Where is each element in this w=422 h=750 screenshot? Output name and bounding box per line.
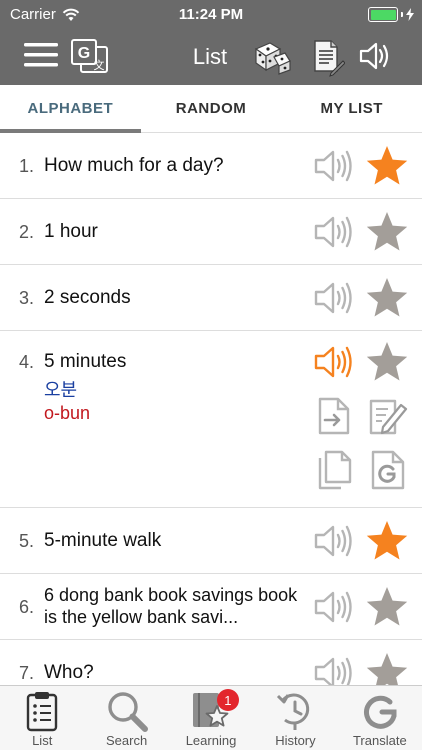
bottom-tab-list-label: List (32, 733, 53, 748)
bottom-tab-search[interactable]: Search (84, 686, 168, 750)
status-time: 11:24 PM (178, 6, 244, 23)
list-item[interactable]: 1. How much for a day? (0, 133, 422, 199)
list-item[interactable]: 2. 1 hour (0, 199, 422, 265)
bottom-tab-translate[interactable]: Translate (338, 686, 422, 750)
language-translate-icon[interactable]: G 文 (70, 38, 110, 74)
list-tabs: ALPHABET RANDOM MY LIST (0, 85, 422, 133)
phrase-list: 1. How much for a day? 2. 1 hour 3. 2 se… (0, 133, 422, 685)
tab-my-list[interactable]: MY LIST (281, 85, 422, 132)
bottom-tab-history-label: History (275, 733, 316, 748)
item-number: 7. (18, 663, 34, 683)
history-clock-icon (277, 693, 310, 730)
speaker-icon[interactable] (313, 343, 357, 381)
svg-text:文: 文 (94, 58, 105, 72)
item-number: 3. (18, 288, 34, 308)
translate-g-icon (363, 695, 397, 729)
speaker-sound-icon[interactable] (358, 39, 394, 73)
battery-level (370, 9, 396, 20)
bottom-tab-list[interactable]: List (0, 686, 84, 750)
list-item[interactable]: 3. 2 seconds (0, 265, 422, 331)
learning-badge: 1 (216, 689, 239, 711)
bottom-tab-learning[interactable]: 1 Learning (169, 686, 253, 750)
favorite-star-icon[interactable] (364, 519, 410, 563)
copy-icon[interactable] (317, 449, 353, 491)
charging-bolt-icon (406, 8, 414, 21)
favorite-star-icon[interactable] (364, 585, 410, 629)
list-item-expanded[interactable]: 4. 5 minutes 오분 o-bun (0, 331, 422, 508)
item-phrase: 5-minute walk (44, 530, 162, 551)
bottom-tab-bar: List Search 1 Learning History Translate (0, 685, 422, 750)
dice-random-icon[interactable] (252, 39, 292, 75)
open-detail-icon[interactable] (317, 396, 351, 436)
clipboard-list-icon (27, 692, 58, 732)
item-phrase: How much for a day? (44, 155, 224, 176)
speaker-icon[interactable] (313, 147, 357, 185)
item-phrase: 6 dong bank book savings book is the yel… (44, 585, 298, 627)
list-item[interactable]: 6. 6 dong bank book savings book is the … (0, 574, 422, 640)
speaker-icon[interactable] (313, 279, 357, 317)
speaker-icon[interactable] (313, 522, 357, 560)
list-item[interactable]: 5. 5-minute walk (0, 508, 422, 574)
status-bar: Carrier 11:24 PM (0, 0, 422, 30)
favorite-star-icon[interactable] (364, 144, 410, 188)
google-translate-icon[interactable] (370, 449, 406, 491)
document-notes-icon[interactable] (309, 37, 345, 77)
magnifier-search-icon (107, 692, 148, 732)
tab-random[interactable]: RANDOM (141, 85, 282, 132)
page-title: List (192, 44, 228, 69)
item-number: 1. (18, 156, 34, 176)
speaker-icon[interactable] (313, 654, 357, 685)
speaker-icon[interactable] (313, 588, 357, 626)
bottom-tab-learning-label: Learning (185, 733, 237, 748)
favorite-star-icon[interactable] (364, 340, 410, 384)
item-number: 6. (18, 597, 34, 617)
item-phrase: 2 seconds (44, 287, 131, 308)
speaker-icon[interactable] (313, 213, 357, 251)
svg-text:G: G (78, 45, 90, 62)
bottom-tab-search-label: Search (106, 733, 148, 748)
item-number: 4. (18, 352, 34, 372)
battery-icon (368, 7, 398, 22)
favorite-star-icon[interactable] (364, 276, 410, 320)
favorite-star-icon[interactable] (364, 210, 410, 254)
list-item[interactable]: 7. Who? (0, 640, 422, 685)
edit-note-icon[interactable] (368, 396, 408, 436)
item-phrase: 1 hour (44, 221, 98, 242)
nav-bar: G 文 List (0, 30, 422, 85)
item-korean-text: 오분 (44, 380, 78, 400)
battery-indicator (368, 7, 414, 22)
bottom-tab-translate-label: Translate (352, 733, 407, 748)
item-number: 2. (18, 222, 34, 242)
bottom-tab-history[interactable]: History (253, 686, 337, 750)
hamburger-menu-icon[interactable] (24, 42, 58, 68)
item-number: 5. (18, 531, 34, 551)
tab-alphabet[interactable]: ALPHABET (0, 85, 141, 133)
item-phrase: Who? (44, 662, 94, 683)
item-phrase: 5 minutes (44, 351, 127, 372)
favorite-star-icon[interactable] (364, 651, 410, 685)
item-romanization: o-bun (44, 403, 91, 423)
